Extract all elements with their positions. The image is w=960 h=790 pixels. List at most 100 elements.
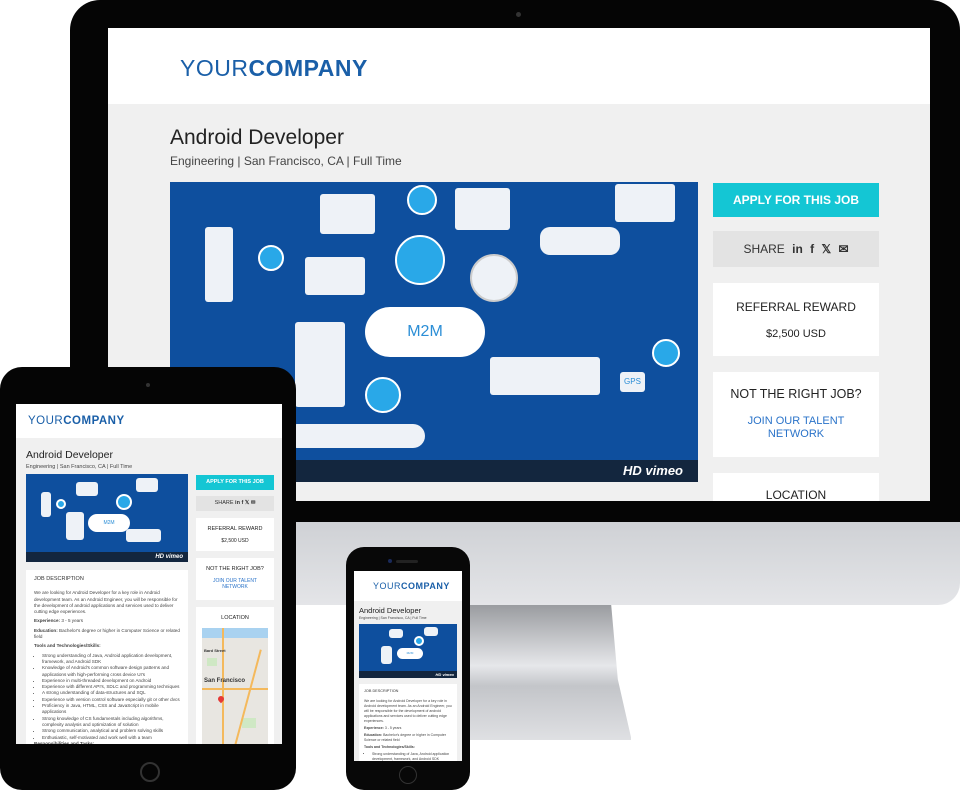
description-intro: We are looking for Android Developer for… bbox=[364, 699, 452, 723]
monitor-stand bbox=[466, 605, 631, 740]
site-header: YOURCOMPANY bbox=[16, 404, 282, 438]
video-player[interactable]: M2M HD vimeo bbox=[26, 474, 188, 562]
page-title: Android Developer bbox=[359, 606, 422, 615]
list-item: Strong understanding of Java, Android ap… bbox=[42, 653, 180, 666]
street-label: Bard Street bbox=[204, 648, 226, 653]
job-meta: Engineering | San Francisco, CA | Full T… bbox=[26, 464, 133, 470]
skills-list: Strong understanding of Java, Android ap… bbox=[364, 752, 452, 761]
facebook-icon[interactable]: f bbox=[810, 242, 814, 256]
apply-button[interactable]: APPLY FOR THIS JOB bbox=[713, 183, 879, 217]
site-header: YOURCOMPANY bbox=[354, 571, 462, 601]
vimeo-logo[interactable]: vimeo bbox=[645, 463, 683, 478]
not-right-title: NOT THE RIGHT JOB? bbox=[206, 566, 264, 572]
description-heading: JOB DESCRIPTION bbox=[34, 576, 84, 582]
phone-device: YOURCOMPANY Android Developer Engineerin… bbox=[346, 547, 470, 790]
camera-icon bbox=[388, 559, 392, 563]
not-right-title: NOT THE RIGHT JOB? bbox=[730, 387, 862, 401]
site-header: YOURCOMPANY bbox=[108, 28, 930, 104]
referral-title: REFERRAL REWARD bbox=[207, 526, 263, 532]
page-title: Android Developer bbox=[170, 126, 344, 149]
twitter-icon[interactable]: 𝕏 bbox=[821, 242, 831, 256]
list-item: Strong understanding of Java, Android ap… bbox=[372, 752, 452, 761]
job-description: JOB DESCRIPTION We are looking for Andro… bbox=[26, 570, 188, 744]
referral-card: REFERRAL REWARD $2,500 USD bbox=[713, 283, 879, 356]
company-logo[interactable]: YOURCOMPANY bbox=[180, 55, 368, 82]
referral-title: REFERRAL REWARD bbox=[736, 300, 856, 314]
video-controls[interactable]: HD vimeo bbox=[359, 671, 457, 678]
list-item: Proficiency in Java, HTML, CSS and JavaS… bbox=[42, 703, 180, 716]
join-talent-network-link[interactable]: JOIN OUR TALENT NETWORK bbox=[713, 415, 879, 441]
support-agent-icon bbox=[365, 377, 401, 413]
phone-screen: YOURCOMPANY Android Developer Engineerin… bbox=[354, 571, 462, 761]
dollar-icon bbox=[470, 254, 518, 302]
facebook-icon[interactable]: f bbox=[241, 500, 243, 506]
home-button[interactable] bbox=[140, 762, 160, 782]
skills-heading: Tools and Technologies/Skills: bbox=[34, 643, 101, 649]
job-description: JOB DESCRIPTION We are looking for Andro… bbox=[359, 684, 457, 761]
referral-value: $2,500 USD bbox=[766, 328, 826, 340]
share-bar: SHARE in f 𝕏 ✉ bbox=[713, 231, 879, 267]
share-bar: SHARE in f 𝕏 ✉ bbox=[196, 496, 274, 511]
location-card: LOCATION Bard Street San Francisco bbox=[196, 607, 274, 744]
talent-network-card: NOT THE RIGHT JOB? JOIN OUR TALENT NETWOR… bbox=[196, 558, 274, 600]
referral-value: $2,500 USD bbox=[221, 538, 249, 544]
video-controls[interactable]: HD vimeo bbox=[26, 552, 188, 562]
skills-list: Strong understanding of Java, Android ap… bbox=[34, 653, 180, 741]
location-title: LOCATION bbox=[765, 488, 827, 501]
responsibilities-heading: Responsibilities and Tasks: bbox=[34, 740, 95, 744]
email-icon[interactable]: ✉ bbox=[251, 500, 256, 506]
twitter-icon[interactable]: 𝕏 bbox=[245, 500, 249, 506]
gps-badge: GPS bbox=[620, 372, 645, 392]
clipboard-icon bbox=[652, 339, 680, 367]
city-label: San Francisco bbox=[204, 678, 246, 684]
experience-line: Experience: 3 - 5 years bbox=[34, 618, 84, 624]
job-meta: Engineering | San Francisco, CA | Full T… bbox=[359, 616, 427, 620]
logo-bold-text: COMPANY bbox=[248, 55, 368, 81]
description-intro: We are looking for Android Developer for… bbox=[34, 590, 178, 615]
list-item: Strong knowledge of CS fundamentals incl… bbox=[42, 716, 180, 729]
camera-icon bbox=[516, 12, 521, 17]
job-meta: Engineering | San Francisco, CA | Full T… bbox=[170, 154, 402, 168]
join-talent-network-link[interactable]: JOIN OUR TALENT NETWORK bbox=[196, 578, 274, 590]
laptop-illustration bbox=[305, 257, 365, 295]
train-illustration bbox=[285, 424, 425, 448]
linkedin-icon[interactable]: in bbox=[792, 242, 803, 256]
skills-heading: Tools and Technologies/Skills: bbox=[364, 745, 415, 749]
truck-illustration bbox=[320, 194, 375, 234]
referral-card: REFERRAL REWARD $2,500 USD bbox=[196, 518, 274, 551]
company-logo[interactable]: YOURCOMPANY bbox=[373, 581, 450, 591]
payment-terminal-icon bbox=[395, 235, 445, 285]
camera-icon bbox=[146, 383, 150, 387]
tablet-device: YOURCOMPANY Android Developer Engineerin… bbox=[0, 367, 296, 790]
wifi-icon bbox=[407, 185, 437, 215]
info-card-illustration bbox=[615, 184, 675, 222]
m2m-cloud: M2M bbox=[365, 307, 485, 357]
home-button[interactable] bbox=[399, 766, 417, 784]
talent-network-card: NOT THE RIGHT JOB? JOIN OUR TALENT NETWOR… bbox=[713, 372, 879, 457]
share-label: SHARE bbox=[743, 242, 785, 256]
education-line: Education: Bachelor's degree or higher i… bbox=[34, 627, 180, 640]
hd-badge: HD bbox=[623, 463, 642, 478]
email-icon[interactable]: ✉ bbox=[839, 242, 849, 256]
linkedin-icon[interactable]: in bbox=[235, 500, 240, 506]
location-map[interactable]: Bard Street San Francisco bbox=[202, 628, 268, 744]
tablet-screen: YOURCOMPANY Android Developer Engineerin… bbox=[16, 404, 282, 744]
logo-light-text: YOUR bbox=[180, 55, 249, 81]
vending-machine-illustration bbox=[295, 322, 345, 407]
description-heading: JOB DESCRIPTION bbox=[364, 689, 399, 693]
m2m-cloud: M2M bbox=[397, 648, 423, 659]
forklift-illustration bbox=[455, 188, 510, 230]
speaker-grille bbox=[396, 560, 418, 563]
location-title: LOCATION bbox=[221, 615, 249, 621]
apply-button[interactable]: APPLY FOR THIS JOB bbox=[196, 475, 274, 490]
location-card: LOCATION bbox=[713, 473, 879, 501]
experience-line: Experience: 3 - 5 years bbox=[364, 726, 402, 730]
list-item: Knowledge of Android's common software d… bbox=[42, 665, 180, 678]
video-player[interactable]: M2M HD vimeo bbox=[359, 624, 457, 678]
page-title: Android Developer bbox=[26, 449, 113, 461]
m2m-cloud: M2M bbox=[88, 514, 130, 532]
lorry-illustration bbox=[490, 357, 600, 395]
company-logo[interactable]: YOURCOMPANY bbox=[28, 415, 125, 427]
list-item: Strong communication, analytical and pro… bbox=[42, 728, 180, 734]
building-illustration bbox=[205, 227, 233, 302]
